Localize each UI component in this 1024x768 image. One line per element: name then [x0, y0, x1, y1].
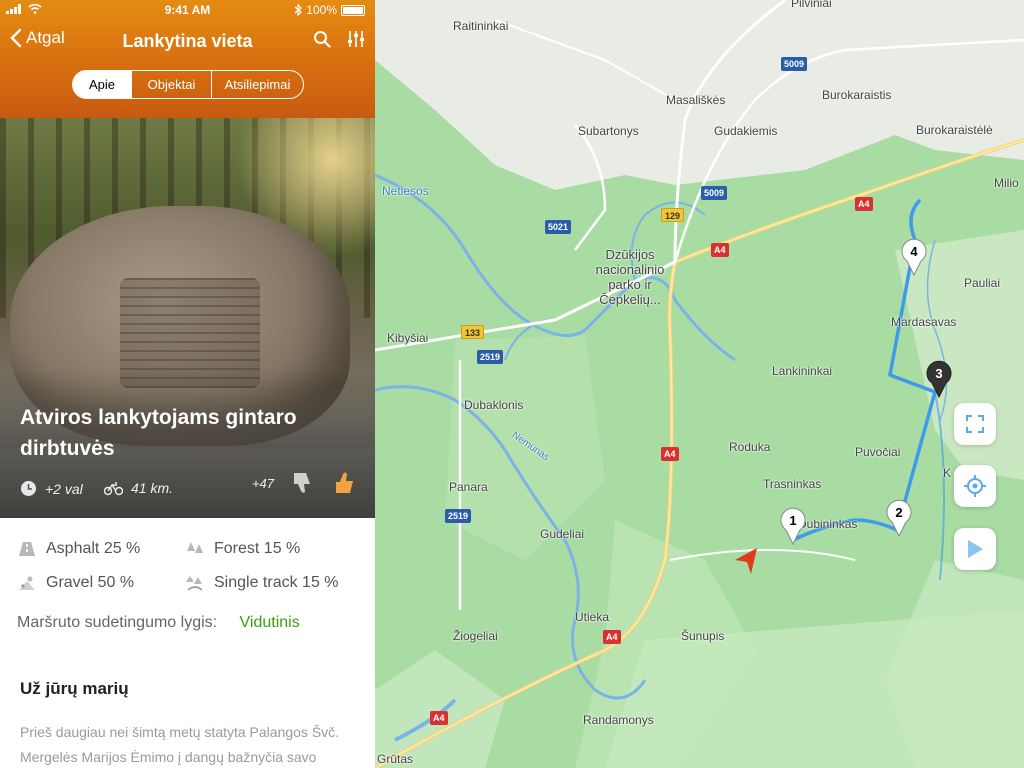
label-panara: Panara — [449, 480, 488, 494]
battery-percent: 100% — [306, 3, 337, 17]
label-dubaklonis: Dubaklonis — [464, 398, 524, 412]
label-k: K — [943, 466, 952, 480]
road-shield-133: 133 — [461, 325, 485, 339]
label-sunupis: Šunupis — [681, 629, 725, 643]
stat-gravel: Gravel 50 % — [18, 574, 134, 592]
battery-icon — [341, 4, 365, 16]
tab-objektai[interactable]: Objektai — [131, 71, 211, 98]
nav-actions — [313, 30, 365, 48]
play-icon — [968, 540, 983, 558]
label-roduka: Roduka — [729, 440, 771, 454]
app-root: 9:41 AM 100% Atgal Lankytina vieta Apie … — [0, 0, 1024, 768]
label-puvociai: Puvočiai — [855, 445, 901, 459]
stat-label: Asphalt 25 % — [46, 540, 141, 557]
label-lankininkai: Lankininkai — [772, 364, 833, 378]
forest-icon — [187, 542, 203, 553]
pin-number: 3 — [935, 366, 943, 381]
road-shield-a4: A4 — [711, 243, 729, 257]
label-pauliai: Pauliai — [964, 276, 1001, 290]
label-subartonys: Subartonys — [578, 124, 639, 138]
stat-label: Gravel 50 % — [46, 574, 135, 591]
pin-number: 4 — [910, 244, 918, 259]
asphalt-icon — [19, 542, 35, 556]
label-mardasavas: Mardasavas — [891, 315, 957, 329]
road-shield-a4: A4 — [855, 197, 873, 211]
single-track-icon — [186, 576, 203, 591]
label-netiesos: Netiesos — [382, 184, 429, 198]
duration-text: +2 val — [45, 480, 83, 497]
label-trasninkas: Trasninkas — [763, 477, 822, 491]
stat-single-track: Single track 15 % — [186, 574, 339, 592]
route-pin-2[interactable]: 2 — [884, 498, 914, 538]
road-shield-a4: A4 — [603, 630, 621, 644]
label-gudeliai: Gudeliai — [540, 527, 585, 541]
duration: +2 val — [20, 480, 83, 497]
gravel-icon — [19, 576, 35, 590]
section-text: Prieš daugiau nei šimtą metų statyta Pal… — [20, 724, 340, 765]
label-masaliskes: Masališkės — [666, 93, 726, 107]
road-shield-5021: 5021 — [545, 220, 572, 234]
place-title: Atviros lankytojams gintaro dirbtuvės — [20, 406, 297, 460]
map-view[interactable]: Raitininkai Pilviniai Masališkės Burokar… — [375, 0, 1024, 768]
tab-atsiliepimai[interactable]: Atsiliepimai — [211, 71, 303, 98]
bicycle-icon — [104, 481, 123, 495]
status-bar: 9:41 AM 100% — [0, 0, 375, 20]
label-burokaraistele: Burokaraistėlė — [916, 123, 993, 137]
route-pin-4[interactable]: 4 — [899, 237, 929, 277]
header: 9:41 AM 100% Atgal Lankytina vieta Apie … — [0, 0, 375, 118]
stat-label: Forest 15 % — [214, 540, 301, 557]
bluetooth-icon — [294, 4, 303, 16]
fullscreen-icon — [966, 415, 984, 433]
start-route-button[interactable] — [954, 528, 996, 570]
label-randamonys: Randamonys — [583, 713, 654, 727]
road-shield-5009: 5009 — [781, 57, 808, 71]
clock-icon — [21, 481, 36, 496]
stat-asphalt: Asphalt 25 % — [18, 540, 140, 558]
thumbs-down-icon[interactable] — [290, 470, 316, 496]
status-right: 100% — [294, 3, 365, 17]
filter-sliders-icon[interactable] — [347, 30, 365, 48]
label-burokaraistis: Burokaraistis — [822, 88, 892, 102]
detail-panel: 9:41 AM 100% Atgal Lankytina vieta Apie … — [0, 0, 375, 768]
label-kibysiai: Kibyšiai — [387, 331, 429, 345]
road-shield-a4: A4 — [661, 447, 679, 461]
road-shield-2519: 2519 — [477, 350, 504, 364]
distance-text: 41 km. — [131, 480, 174, 496]
thumbs-up-icon[interactable] — [332, 470, 358, 496]
segmented-tabs: Apie Objektai Atsiliepimai — [72, 70, 304, 99]
stat-label: Single track 15 % — [214, 574, 339, 591]
label-park: Dzūkijos nacionalinio parko ir Čepkelių.… — [595, 247, 665, 307]
route-pin-1[interactable]: 1 — [778, 506, 808, 546]
navbar: Atgal Lankytina vieta — [0, 24, 375, 58]
likes-count: +47 — [251, 475, 274, 491]
crosshair-icon — [964, 475, 986, 497]
fullscreen-button[interactable] — [954, 403, 996, 445]
pin-number: 1 — [789, 513, 797, 528]
label-gudakiemis: Gudakiemis — [714, 124, 778, 138]
difficulty: Maršruto sudetingumo lygis: Vidutinis — [17, 614, 300, 632]
stat-forest: Forest 15 % — [186, 540, 300, 558]
difficulty-label: Maršruto sudetingumo lygis: — [17, 614, 218, 631]
label-ziogeliai: Žiogeliai — [453, 629, 498, 643]
label-utieka: Utieka — [575, 610, 610, 624]
place-meta: +2 val 41 km. +47 — [20, 472, 360, 502]
road-shield-129: 129 — [661, 208, 685, 222]
rating: +47 — [252, 470, 358, 496]
road-shield-a4: A4 — [430, 711, 448, 725]
road-shield-2519: 2519 — [445, 509, 472, 523]
label-pilviniai: Pilviniai — [791, 0, 832, 10]
section-title: Už jūrų marių — [20, 679, 129, 698]
distance: 41 km. — [104, 480, 173, 496]
label-grutas: Grūtas — [377, 752, 414, 766]
locate-me-button[interactable] — [954, 465, 996, 507]
route-pin-3[interactable]: 3 — [924, 359, 954, 399]
tab-apie[interactable]: Apie — [73, 71, 131, 98]
pin-number: 2 — [895, 505, 903, 520]
label-raitininkai: Raitininkai — [453, 19, 509, 33]
label-milio: Milio — [994, 176, 1019, 190]
difficulty-value: Vidutinis — [239, 614, 300, 631]
road-shield-5009: 5009 — [701, 186, 728, 200]
search-icon[interactable] — [313, 30, 331, 48]
